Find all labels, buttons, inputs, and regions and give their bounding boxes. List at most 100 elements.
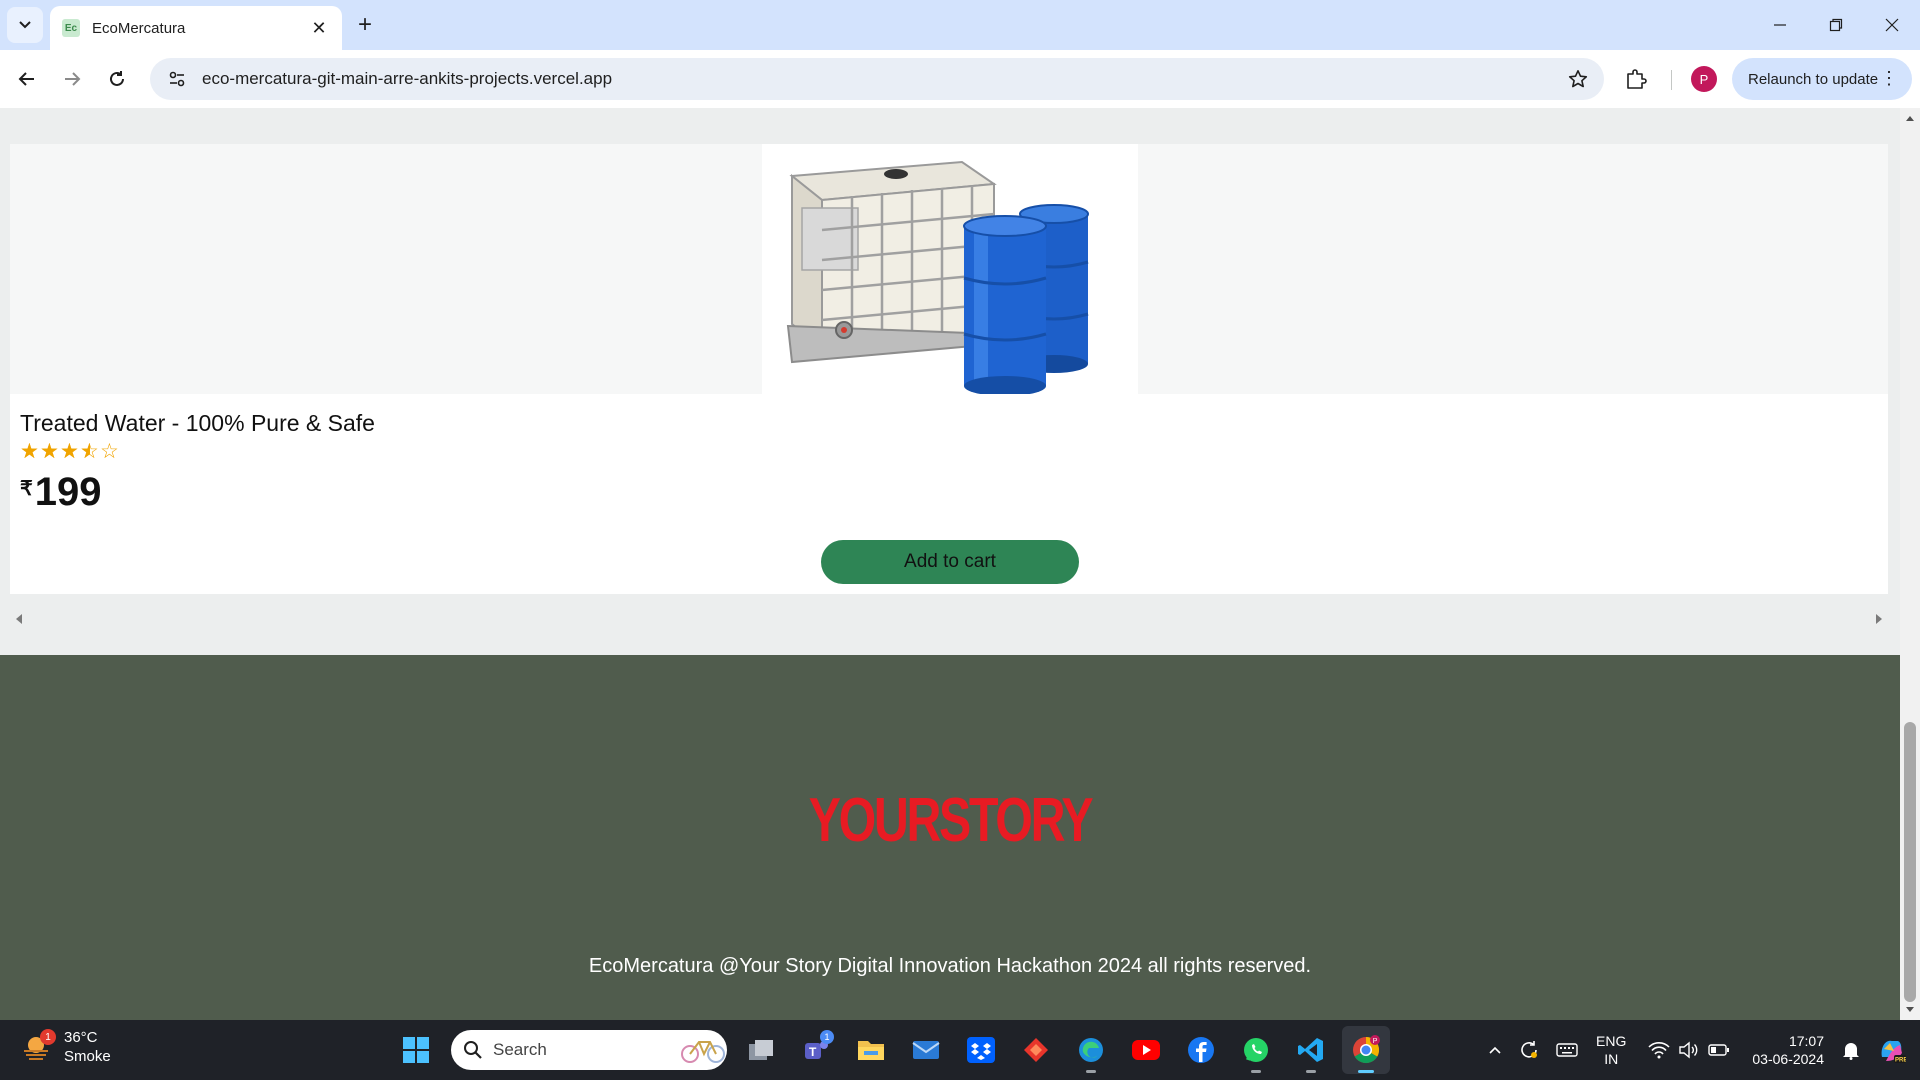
product-card: Treated Water - 100% Pure & Safe ☆ ★ ☆ ★ ☆… xyxy=(10,144,1888,594)
volume-icon xyxy=(1679,1041,1698,1059)
star-icon: ☆★ xyxy=(100,440,119,463)
start-button[interactable] xyxy=(392,1026,440,1074)
new-tab-button[interactable]: + xyxy=(350,10,380,40)
edge-button[interactable] xyxy=(1067,1026,1115,1074)
chrome-button[interactable]: P xyxy=(1342,1026,1390,1074)
arrow-left-icon xyxy=(18,72,34,86)
dropbox-icon xyxy=(967,1037,995,1063)
scrollbar-thumb[interactable] xyxy=(1904,722,1916,1002)
add-to-cart-button[interactable]: Add to cart xyxy=(821,540,1079,584)
profile-avatar[interactable]: P xyxy=(1691,66,1717,92)
restore-button[interactable] xyxy=(1808,0,1864,50)
reload-button[interactable] xyxy=(99,61,135,97)
tune-icon xyxy=(169,71,185,87)
facebook-icon xyxy=(1188,1037,1214,1063)
weather-sun-haze-icon: 1 xyxy=(20,1029,56,1063)
relaunch-label: Relaunch to update xyxy=(1748,70,1879,88)
region-code: IN xyxy=(1604,1051,1619,1067)
temperature: 36°C xyxy=(64,1029,98,1046)
star-icon: ☆★ xyxy=(20,440,39,463)
wifi-icon xyxy=(1648,1042,1670,1059)
copilot-button[interactable]: PRE xyxy=(1876,1035,1906,1065)
back-button[interactable] xyxy=(9,61,45,97)
keyboard-tray-button[interactable] xyxy=(1556,1042,1578,1058)
scroll-left-icon[interactable] xyxy=(16,614,22,624)
clock[interactable]: 17:07 03-06-2024 xyxy=(1752,1032,1824,1068)
running-indicator xyxy=(1306,1070,1316,1073)
close-window-button[interactable] xyxy=(1864,0,1920,50)
git-app-button[interactable] xyxy=(1012,1026,1060,1074)
product-image[interactable] xyxy=(762,144,1138,396)
keyboard-icon xyxy=(1556,1043,1578,1057)
horizontal-scrollbar[interactable] xyxy=(10,608,1888,632)
weather-condition: Smoke xyxy=(64,1048,111,1065)
sync-icon xyxy=(1521,1041,1538,1058)
diamond-app-icon xyxy=(1024,1038,1048,1062)
svg-text:P: P xyxy=(1373,1038,1378,1045)
relaunch-button[interactable]: Relaunch to update ⋮ xyxy=(1732,58,1912,100)
dropbox-button[interactable] xyxy=(957,1026,1005,1074)
weather-widget[interactable]: 1 36°C Smoke xyxy=(20,1028,111,1066)
facebook-button[interactable] xyxy=(1177,1026,1225,1074)
footer-copyright: EcoMercatura @Your Story Digital Innovat… xyxy=(588,955,1312,977)
whatsapp-button[interactable] xyxy=(1232,1026,1280,1074)
vscode-icon xyxy=(1298,1038,1323,1062)
svg-text:T: T xyxy=(809,1045,817,1059)
restore-icon xyxy=(1829,18,1843,32)
chrome-icon: P xyxy=(1353,1035,1380,1064)
address-bar[interactable]: eco-mercatura-git-main-arre-ankits-proje… xyxy=(150,58,1604,100)
taskbar-apps: Search T 1 P xyxy=(392,1026,1397,1074)
bicycle-icon xyxy=(681,1041,725,1063)
mail-button[interactable] xyxy=(902,1026,950,1074)
close-tab-icon[interactable]: ✕ xyxy=(308,18,330,39)
yourstory-logo[interactable]: YOURSTORY xyxy=(209,785,1691,856)
extensions-button[interactable] xyxy=(1618,61,1654,97)
browser-tab[interactable]: Ec EcoMercatura ✕ xyxy=(50,6,342,50)
windows-logo-icon xyxy=(403,1037,429,1063)
product-title[interactable]: Treated Water - 100% Pure & Safe xyxy=(20,410,375,437)
site-info-button[interactable] xyxy=(162,64,192,94)
system-tray: ENG IN 17:07 03-06-2024 PRE xyxy=(1480,1020,1920,1080)
forward-button[interactable] xyxy=(54,61,90,97)
show-hidden-icons-button[interactable] xyxy=(1488,1045,1502,1055)
bookmark-button[interactable] xyxy=(1558,59,1598,99)
tab-title: EcoMercatura xyxy=(92,19,186,37)
network-volume-battery-button[interactable] xyxy=(1648,1041,1730,1059)
window-controls xyxy=(1752,0,1920,50)
sync-tray-button[interactable] xyxy=(1518,1039,1540,1061)
file-explorer-button[interactable] xyxy=(847,1026,895,1074)
chevron-down-icon xyxy=(19,21,31,29)
windows-taskbar: 1 36°C Smoke Search T 1 P ENG IN 17:07 0… xyxy=(0,1020,1920,1080)
task-view-icon xyxy=(749,1040,773,1060)
puzzle-icon xyxy=(1627,69,1647,89)
scroll-up-icon[interactable] xyxy=(1906,116,1914,121)
tab-strip: Ec EcoMercatura ✕ + xyxy=(0,0,1920,50)
active-indicator xyxy=(1358,1070,1374,1073)
teams-button[interactable]: T 1 xyxy=(792,1026,840,1074)
clock-time: 17:07 xyxy=(1788,1033,1824,1049)
scroll-right-icon[interactable] xyxy=(1876,614,1882,624)
star-icon: ☆★ xyxy=(40,440,59,463)
scroll-down-icon[interactable] xyxy=(1906,1007,1914,1012)
task-view-button[interactable] xyxy=(737,1026,785,1074)
tab-search-button[interactable] xyxy=(7,7,43,43)
whatsapp-icon xyxy=(1244,1038,1268,1062)
reload-icon xyxy=(110,71,124,86)
price-value: 199 xyxy=(34,470,102,514)
language-indicator[interactable]: ENG IN xyxy=(1596,1032,1626,1068)
more-vert-icon[interactable]: ⋮ xyxy=(1880,68,1898,89)
folder-icon xyxy=(858,1041,884,1060)
taskbar-search[interactable]: Search xyxy=(451,1030,727,1070)
arrow-right-icon xyxy=(65,72,81,86)
notifications-button[interactable] xyxy=(1842,1040,1860,1060)
url-text: eco-mercatura-git-main-arre-ankits-proje… xyxy=(202,69,613,88)
chevron-up-icon xyxy=(1489,1046,1501,1054)
edge-icon xyxy=(1079,1038,1103,1062)
close-icon xyxy=(1885,18,1899,32)
minimize-button[interactable] xyxy=(1752,0,1808,50)
bell-icon xyxy=(1843,1043,1859,1060)
vscode-button[interactable] xyxy=(1287,1026,1335,1074)
youtube-button[interactable] xyxy=(1122,1026,1170,1074)
copilot-icon: PRE xyxy=(1881,1040,1906,1064)
vertical-scrollbar[interactable] xyxy=(1900,108,1920,1020)
